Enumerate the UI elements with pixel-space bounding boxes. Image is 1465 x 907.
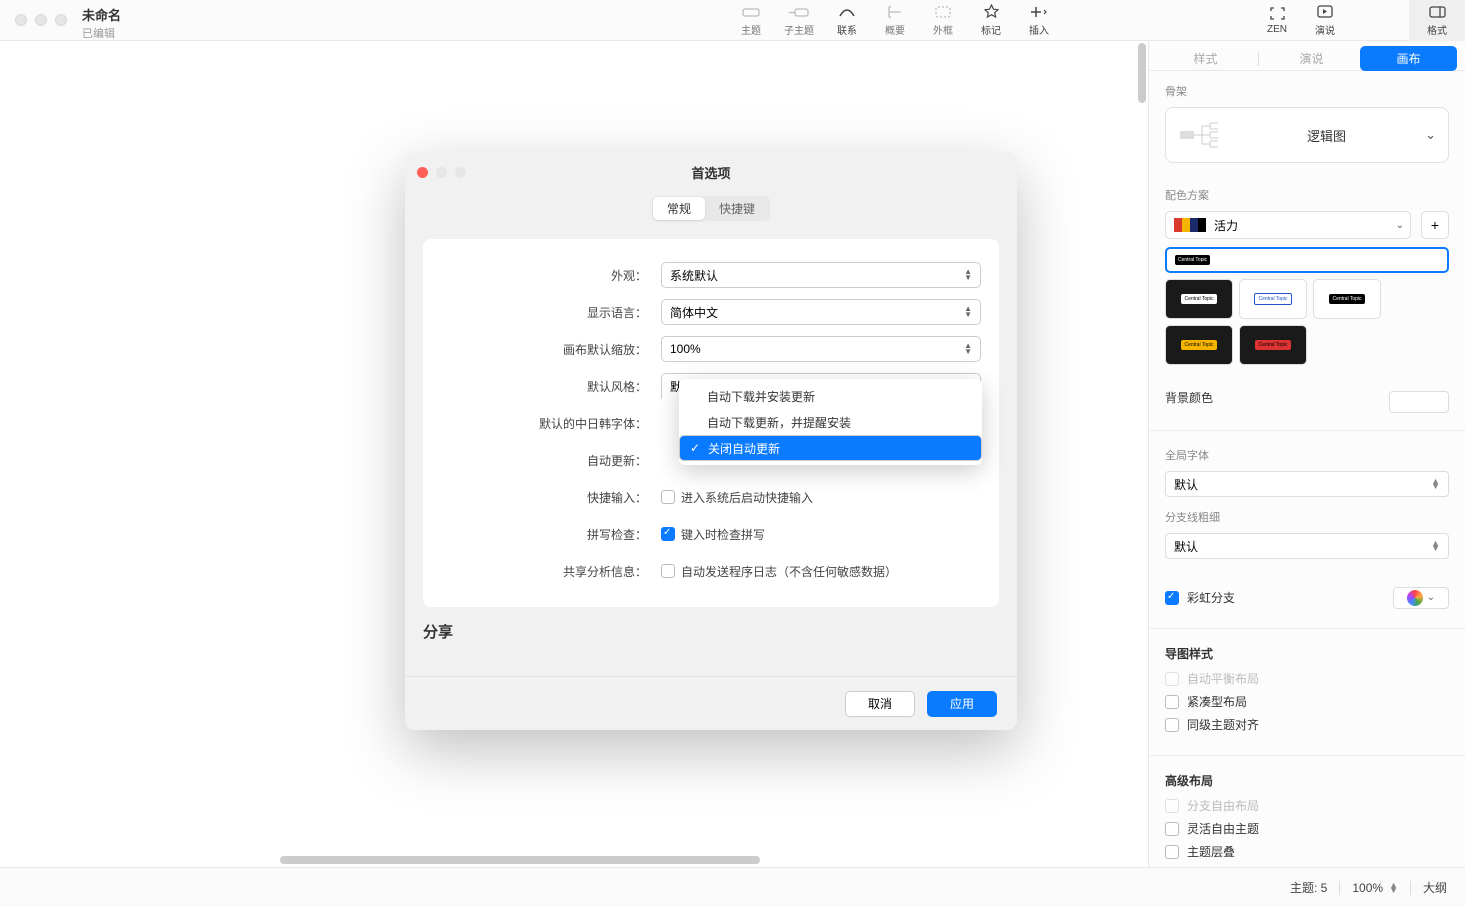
- tab-general[interactable]: 常规: [653, 197, 705, 220]
- topic-icon: [742, 4, 760, 20]
- chevron-down-icon: ⌄: [1396, 220, 1404, 231]
- relation-button[interactable]: 联系: [823, 0, 871, 41]
- tab-shortcuts[interactable]: 快捷键: [705, 197, 769, 220]
- global-font-select[interactable]: 默认▲▼: [1165, 471, 1449, 497]
- outline-button[interactable]: 大纲: [1423, 879, 1447, 896]
- summary-button[interactable]: 概要: [871, 0, 919, 41]
- tab-style[interactable]: 样式: [1157, 46, 1254, 71]
- rainbow-checkbox[interactable]: [1165, 591, 1179, 605]
- close-window-icon[interactable]: [15, 14, 27, 26]
- panel-tabs: 样式 演说 画布: [1149, 41, 1465, 71]
- auto-update-dropdown: 自动下载并安装更新 自动下载更新，并提醒安装 关闭自动更新: [679, 379, 982, 465]
- quick-entry-checkbox[interactable]: [661, 490, 675, 504]
- subtopic-icon: [789, 4, 809, 20]
- document-status: 已编辑: [82, 25, 121, 41]
- document-title-area: 未命名 已编辑: [82, 5, 121, 41]
- panel-icon: [1429, 4, 1446, 20]
- theme-option[interactable]: Central Topic: [1239, 279, 1307, 319]
- summary-icon: [887, 4, 903, 20]
- minimize-window-icon[interactable]: [35, 14, 47, 26]
- dropdown-option[interactable]: 关闭自动更新: [679, 435, 982, 461]
- insert-button[interactable]: 插入: [1015, 0, 1063, 41]
- global-font-label: 全局字体: [1165, 447, 1449, 463]
- status-bar: 主题: 5 100%▲▼ 大纲: [0, 867, 1465, 907]
- dropdown-option[interactable]: 自动下载并安装更新: [679, 383, 982, 409]
- skeleton-label: 骨架: [1165, 83, 1449, 99]
- language-select[interactable]: 简体中文▲▼: [661, 299, 981, 325]
- spell-check-checkbox[interactable]: [661, 527, 675, 541]
- chevron-down-icon: ⌄: [1425, 127, 1436, 143]
- align-siblings-checkbox[interactable]: [1165, 718, 1179, 732]
- dialog-tabs: 常规 快捷键: [652, 196, 770, 221]
- relation-icon: [838, 4, 856, 20]
- apply-button[interactable]: 应用: [927, 691, 997, 717]
- window-traffic-lights: [0, 14, 67, 26]
- dialog-footer: 取消 应用: [405, 676, 1017, 730]
- present-button[interactable]: 演说: [1301, 0, 1349, 41]
- topic-button[interactable]: 主题: [727, 0, 775, 41]
- free-branch-checkbox[interactable]: [1165, 799, 1179, 813]
- flexible-topic-checkbox[interactable]: [1165, 822, 1179, 836]
- bg-color-swatch[interactable]: [1389, 391, 1449, 413]
- add-scheme-button[interactable]: +: [1421, 211, 1449, 239]
- star-icon: [984, 4, 999, 20]
- toolbar: 主题 子主题 联系 概要 外框 标记 插入 ZEN: [727, 0, 1465, 40]
- color-scheme-select[interactable]: 活力 ⌄: [1165, 211, 1411, 239]
- rainbow-icon: [1407, 590, 1423, 606]
- preferences-dialog: 首选项 常规 快捷键 外观：系统默认▲▼ 显示语言：简体中文▲▼ 画布默认缩放：…: [405, 152, 1017, 730]
- horizontal-scrollbar[interactable]: [0, 853, 1134, 867]
- topic-overlap-checkbox[interactable]: [1165, 845, 1179, 859]
- maximize-window-icon[interactable]: [55, 14, 67, 26]
- dropdown-option[interactable]: 自动下载更新，并提醒安装: [679, 409, 982, 435]
- theme-grid: Central Topic Central Topic Central Topi…: [1165, 247, 1449, 365]
- zen-button[interactable]: ZEN: [1253, 0, 1301, 41]
- cancel-button[interactable]: 取消: [845, 691, 915, 717]
- topic-count: 主题: 5: [1290, 879, 1327, 896]
- analytics-checkbox[interactable]: [661, 564, 675, 578]
- branch-width-select[interactable]: 默认▲▼: [1165, 533, 1449, 559]
- skeleton-preview-icon: [1178, 118, 1228, 152]
- fullscreen-icon: [1270, 6, 1285, 22]
- subtopic-button[interactable]: 子主题: [775, 0, 823, 41]
- frame-icon: [935, 4, 951, 20]
- branch-width-label: 分支线粗细: [1165, 509, 1449, 525]
- tab-canvas[interactable]: 画布: [1360, 46, 1457, 71]
- dialog-titlebar: 首选项: [405, 152, 1017, 192]
- bg-color-label: 背景颜色: [1165, 389, 1213, 406]
- dialog-close-icon[interactable]: [417, 167, 428, 178]
- zoom-control[interactable]: 100%▲▼: [1352, 881, 1398, 895]
- vertical-scrollbar[interactable]: [1134, 41, 1148, 867]
- format-panel: 样式 演说 画布 骨架 逻辑图 ⌄ 配色方案 活力 ⌄ +: [1148, 41, 1465, 867]
- mark-button[interactable]: 标记: [967, 0, 1015, 41]
- theme-option[interactable]: Central Topic: [1313, 279, 1381, 319]
- default-zoom-select[interactable]: 100%▲▼: [661, 336, 981, 362]
- map-style-label: 导图样式: [1165, 645, 1449, 662]
- appearance-select[interactable]: 系统默认▲▼: [661, 262, 981, 288]
- compact-checkbox[interactable]: [1165, 695, 1179, 709]
- play-icon: [1317, 4, 1333, 20]
- plus-icon: [1030, 4, 1048, 20]
- dialog-minimize-icon: [436, 167, 447, 178]
- skeleton-select[interactable]: 逻辑图 ⌄: [1165, 107, 1449, 163]
- theme-option[interactable]: Central Topic: [1165, 247, 1449, 273]
- dialog-title: 首选项: [691, 163, 730, 182]
- chevron-down-icon: ⌄: [1427, 592, 1435, 603]
- tab-present[interactable]: 演说: [1263, 46, 1360, 71]
- share-section-header: 分享: [423, 621, 999, 642]
- theme-option[interactable]: Central Topic: [1239, 325, 1307, 365]
- theme-option[interactable]: Central Topic: [1165, 325, 1233, 365]
- auto-balance-checkbox[interactable]: [1165, 672, 1179, 686]
- frame-button[interactable]: 外框: [919, 0, 967, 41]
- titlebar: 未命名 已编辑 主题 子主题 联系 概要 外框 标记 插入: [0, 0, 1465, 41]
- theme-option[interactable]: Central Topic: [1165, 279, 1233, 319]
- dialog-maximize-icon: [455, 167, 466, 178]
- document-title: 未命名: [82, 5, 121, 24]
- advanced-layout-label: 高级布局: [1165, 772, 1449, 789]
- rainbow-style-button[interactable]: ⌄: [1393, 587, 1449, 609]
- settings-panel: 外观：系统默认▲▼ 显示语言：简体中文▲▼ 画布默认缩放：100%▲▼ 默认风格…: [423, 239, 999, 607]
- format-button[interactable]: 格式: [1409, 0, 1465, 41]
- scheme-label: 配色方案: [1165, 187, 1449, 203]
